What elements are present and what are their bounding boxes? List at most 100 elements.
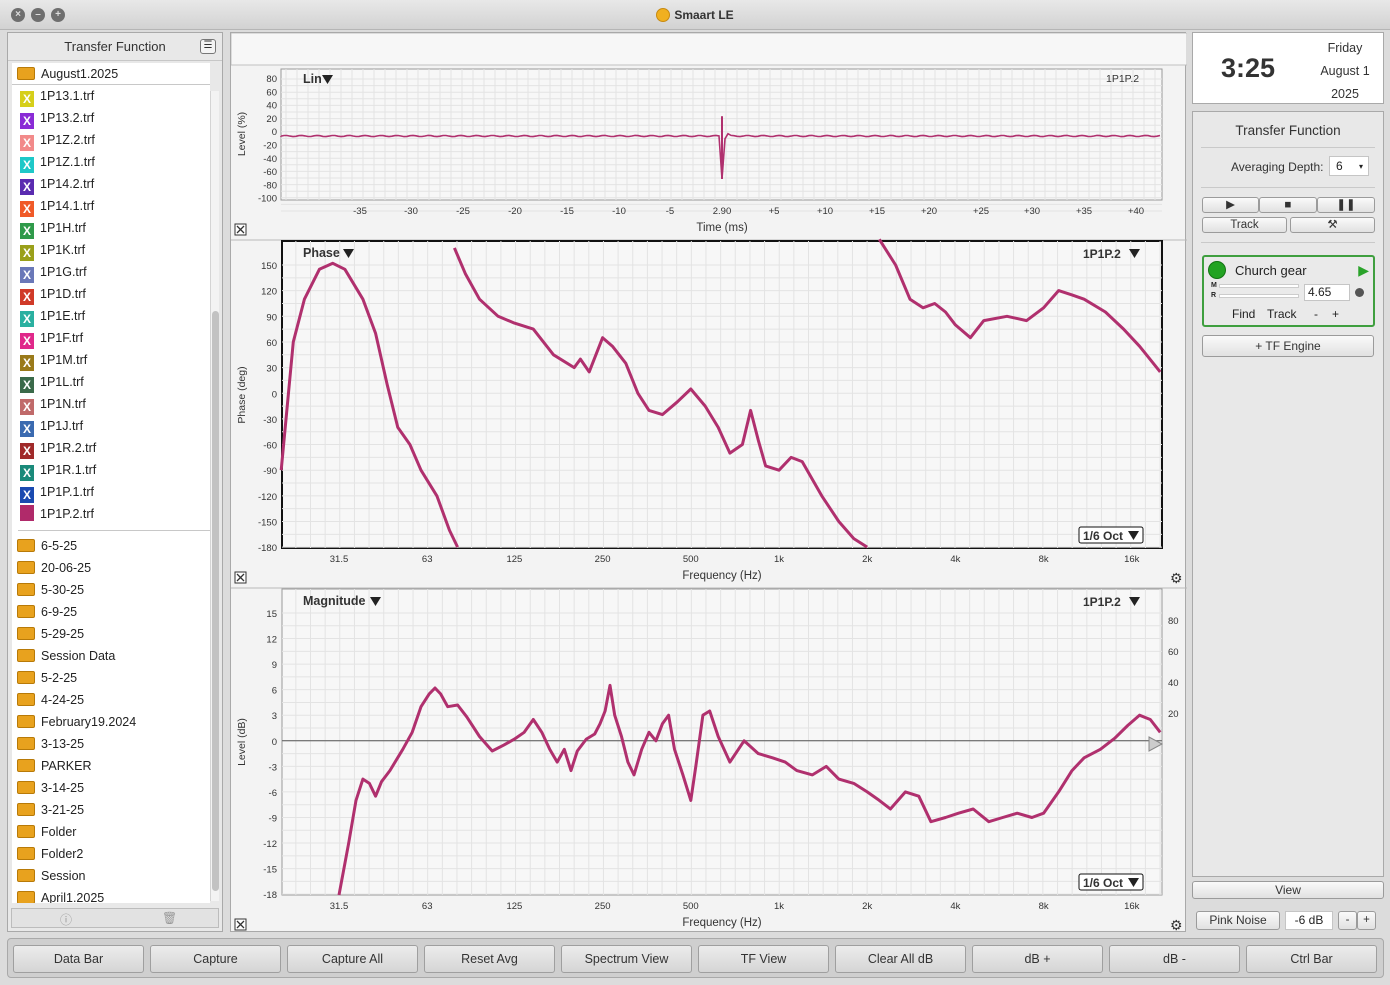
engine-track-button[interactable]: Track — [1267, 307, 1297, 321]
file-item[interactable]: X 1P1Z.2.trf — [12, 129, 210, 151]
scrollbar-thumb[interactable] — [212, 311, 219, 891]
phase-view-selector[interactable]: Phase — [303, 246, 340, 260]
file-disabled-icon[interactable]: X — [20, 289, 34, 305]
folder-item[interactable]: 20-06-25 — [12, 557, 210, 579]
trash-icon[interactable]: 🗑 — [162, 911, 177, 925]
file-disabled-icon[interactable]: X — [20, 113, 34, 129]
file-item[interactable]: X 1P14.1.trf — [12, 195, 210, 217]
file-item[interactable]: X 1P14.2.trf — [12, 173, 210, 195]
view-button[interactable]: View — [1192, 881, 1384, 899]
file-item[interactable]: X 1P1H.trf — [12, 217, 210, 239]
file-item[interactable]: X 1P1G.trf — [12, 261, 210, 283]
file-disabled-icon[interactable]: X — [20, 91, 34, 107]
bottom-button-tf-view[interactable]: TF View — [698, 945, 829, 973]
file-disabled-icon[interactable]: X — [20, 245, 34, 261]
file-disabled-icon[interactable]: X — [20, 465, 34, 481]
file-item[interactable]: X 1P1M.trf — [12, 349, 210, 371]
file-disabled-icon[interactable]: X — [20, 267, 34, 283]
folder-item[interactable]: Session — [12, 865, 210, 887]
bottom-button-db[interactable]: dB - — [1109, 945, 1240, 973]
folder-item[interactable]: Session Data — [12, 645, 210, 667]
hamburger-menu-icon[interactable]: ☰ — [200, 39, 216, 54]
gear-icon[interactable]: ⚙ — [1170, 570, 1183, 586]
noise-level-field[interactable]: -6 dB — [1285, 911, 1333, 930]
file-item[interactable]: X 1P1Z.1.trf — [12, 151, 210, 173]
folder-item[interactable]: PARKER — [12, 755, 210, 777]
file-disabled-icon[interactable]: X — [20, 487, 34, 503]
delay-plus-button[interactable]: + — [1332, 307, 1339, 321]
file-active-icon[interactable] — [20, 505, 34, 521]
averaging-depth-select[interactable]: 6 ▾ — [1329, 156, 1369, 176]
phase-trace-selector[interactable]: 1P1P.2 — [1083, 247, 1121, 261]
engine-active-indicator[interactable] — [1208, 261, 1226, 279]
file-disabled-icon[interactable]: X — [20, 223, 34, 239]
file-item[interactable]: X 1P1R.1.trf — [12, 459, 210, 481]
file-item[interactable]: X 1P1K.trf — [12, 239, 210, 261]
file-disabled-icon[interactable]: X — [20, 157, 34, 173]
delay-field[interactable]: 4.65 — [1304, 284, 1350, 301]
file-disabled-icon[interactable]: X — [20, 399, 34, 415]
bottom-button-ctrl-bar[interactable]: Ctrl Bar — [1246, 945, 1377, 973]
stop-button[interactable]: ■ — [1259, 197, 1317, 213]
file-item[interactable]: X 1P1D.trf — [12, 283, 210, 305]
file-tree-scrollbar[interactable] — [210, 91, 219, 901]
engine-run-icon[interactable]: ▶ — [1358, 262, 1369, 279]
bottom-button-capture-all[interactable]: Capture All — [287, 945, 418, 973]
tools-icon[interactable]: ⚒ — [1290, 217, 1375, 233]
engine-name[interactable]: Church gear — [1235, 263, 1307, 278]
track-button[interactable]: Track — [1202, 217, 1287, 233]
magnitude-view-selector[interactable]: Magnitude — [303, 594, 366, 608]
delay-minus-button[interactable]: - — [1314, 307, 1318, 321]
folder-item[interactable]: 6-9-25 — [12, 601, 210, 623]
folder-item[interactable]: 3-21-25 — [12, 799, 210, 821]
file-item[interactable]: X 1P1F.trf — [12, 327, 210, 349]
bottom-button-capture[interactable]: Capture — [150, 945, 281, 973]
folder-item[interactable]: 6-5-25 — [12, 535, 210, 557]
file-item[interactable]: X 1P1E.trf — [12, 305, 210, 327]
file-item[interactable]: X 1P1N.trf — [12, 393, 210, 415]
file-item[interactable]: X 1P1L.trf — [12, 371, 210, 393]
info-icon[interactable]: ⓘ — [60, 911, 72, 928]
file-disabled-icon[interactable]: X — [20, 377, 34, 393]
folder-item[interactable]: 3-13-25 — [12, 733, 210, 755]
folder-item[interactable]: April1.2025 — [12, 887, 210, 903]
gear-icon[interactable]: ⚙ — [1170, 917, 1183, 933]
folder-item[interactable]: 5-29-25 — [12, 623, 210, 645]
folder-item[interactable]: Folder2 — [12, 843, 210, 865]
bottom-button-spectrum-view[interactable]: Spectrum View — [561, 945, 692, 973]
file-disabled-icon[interactable]: X — [20, 421, 34, 437]
ir-view-selector[interactable]: Lin — [303, 72, 322, 86]
pink-noise-button[interactable]: Pink Noise — [1196, 911, 1280, 930]
file-item[interactable]: X 1P1P.1.trf — [12, 481, 210, 503]
bottom-button-reset-avg[interactable]: Reset Avg — [424, 945, 555, 973]
folder-item[interactable]: 5-30-25 — [12, 579, 210, 601]
folder-item[interactable]: February19.2024 — [12, 711, 210, 733]
add-tf-engine-button[interactable]: + TF Engine — [1202, 335, 1374, 357]
bottom-button-clear-all-db[interactable]: Clear All dB — [835, 945, 966, 973]
play-button[interactable]: ▶ — [1202, 197, 1259, 213]
file-disabled-icon[interactable]: X — [20, 135, 34, 151]
file-item[interactable]: X 1P13.1.trf — [12, 85, 210, 107]
folder-item-open[interactable]: August1.2025 — [12, 63, 210, 85]
find-button[interactable]: Find — [1232, 307, 1255, 321]
file-item[interactable]: 1P1P.2.trf — [12, 503, 210, 525]
bottom-button-data-bar[interactable]: Data Bar — [13, 945, 144, 973]
magnitude-trace-selector[interactable]: 1P1P.2 — [1083, 595, 1121, 609]
folder-item[interactable]: 5-2-25 — [12, 667, 210, 689]
file-item[interactable]: X 1P1J.trf — [12, 415, 210, 437]
pause-button[interactable]: ❚❚ — [1317, 197, 1375, 213]
noise-plus-button[interactable]: + — [1357, 911, 1376, 930]
tf-engine-card[interactable]: Church gear ▶ M R 4.65 Find Track - + — [1202, 255, 1375, 327]
folder-item[interactable]: 3-14-25 — [12, 777, 210, 799]
file-disabled-icon[interactable]: X — [20, 201, 34, 217]
file-item[interactable]: X 1P13.2.trf — [12, 107, 210, 129]
file-disabled-icon[interactable]: X — [20, 355, 34, 371]
file-disabled-icon[interactable]: X — [20, 179, 34, 195]
noise-minus-button[interactable]: - — [1338, 911, 1357, 930]
file-disabled-icon[interactable]: X — [20, 443, 34, 459]
folder-item[interactable]: Folder — [12, 821, 210, 843]
folder-item[interactable]: 4-24-25 — [12, 689, 210, 711]
file-item[interactable]: X 1P1R.2.trf — [12, 437, 210, 459]
file-disabled-icon[interactable]: X — [20, 333, 34, 349]
bottom-button-db[interactable]: dB + — [972, 945, 1103, 973]
